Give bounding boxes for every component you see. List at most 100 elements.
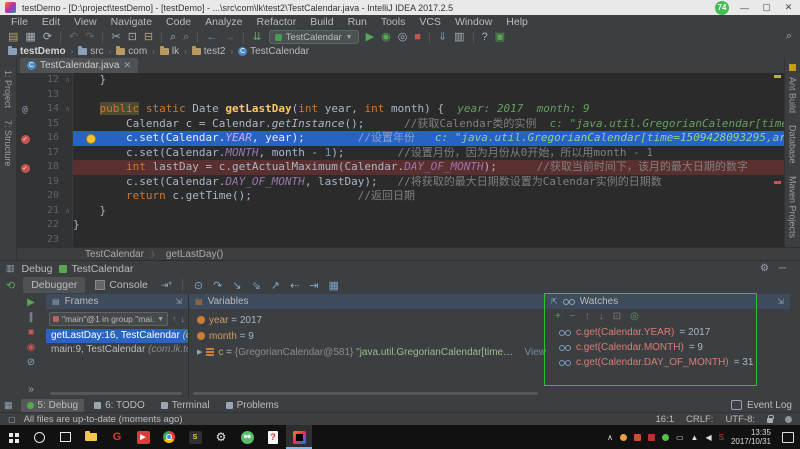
menu-tools[interactable]: Tools (374, 16, 413, 28)
force-step-into-icon[interactable]: ⇘ (248, 279, 265, 292)
breadcrumb-src[interactable]: src (78, 46, 103, 57)
code-text[interactable]: int lastDay = c.getActualMaximum(Calenda… (73, 160, 784, 175)
line-separator[interactable]: CRLF: (686, 414, 713, 425)
stop-icon[interactable]: ■ (414, 30, 421, 44)
hector-icon[interactable] (785, 416, 792, 423)
breadcrumb-testdemo[interactable]: testDemo (8, 46, 66, 57)
find-icon[interactable]: ⌕ (170, 30, 176, 44)
breadcrumb-test2[interactable]: test2 (192, 46, 226, 57)
breadcrumb-com[interactable]: com (116, 46, 147, 57)
move-watch-down-icon[interactable]: ↓ (599, 311, 604, 322)
tray-mail-icon[interactable] (648, 434, 655, 441)
run-icon[interactable]: ▶ (366, 30, 374, 44)
expand-arrow-icon[interactable]: ▶ (197, 348, 202, 356)
synchronize-icon[interactable]: ⟳ (43, 30, 52, 44)
view-breakpoints-icon[interactable]: ◉ (27, 342, 36, 353)
file-encoding[interactable]: UTF-8: (725, 414, 755, 425)
menu-build[interactable]: Build (303, 16, 340, 28)
stop-icon[interactable]: ■ (28, 327, 34, 338)
dock-panel-icon[interactable]: ⇱ (551, 297, 558, 306)
fold-marker-icon[interactable]: ∧ (63, 204, 73, 219)
help-doc-icon[interactable]: ? (260, 425, 286, 449)
chrome-icon[interactable] (156, 425, 182, 449)
tab-console[interactable]: Console (87, 277, 156, 293)
variable-row[interactable]: ▶c = {GregorianCalendar@581} "java.util.… (189, 344, 546, 360)
menu-analyze[interactable]: Analyze (198, 16, 249, 28)
pause-icon[interactable]: ∥ (29, 312, 34, 323)
frames-scrollbar[interactable] (50, 392, 182, 395)
code-text[interactable] (73, 233, 784, 248)
run-to-cursor-icon[interactable]: ⇥ (305, 279, 322, 292)
intention-bulb-icon[interactable] (86, 134, 96, 144)
code-text[interactable]: } (73, 204, 784, 219)
thread-selector[interactable]: "main"@1 in group "mai... ▼ (49, 312, 168, 326)
sidebar-item-database[interactable]: Database (788, 125, 798, 164)
tray-sogou-icon[interactable]: S (719, 433, 724, 442)
cortana-search-icon[interactable] (26, 425, 52, 449)
sidebar-item-maven[interactable]: Maven Projects (788, 176, 798, 238)
drop-frame-icon[interactable]: ⇠ (286, 279, 303, 292)
wechat-icon[interactable] (234, 425, 260, 449)
menu-vcs[interactable]: VCS (412, 16, 448, 28)
frame-row[interactable]: main:9, TestCalendar (com.lk.test2) (46, 343, 188, 357)
step-out-icon[interactable]: ↗ (267, 279, 284, 292)
evaluate-expression-icon[interactable]: ▦ (324, 279, 342, 292)
watch-row[interactable]: c.get(Calendar.DAY_OF_MONTH) = 31 (545, 355, 790, 370)
menu-window[interactable]: Window (448, 16, 499, 28)
update-project-icon[interactable]: ⇓ (438, 30, 447, 44)
code-text[interactable]: public static Date getLastDay(int year, … (73, 102, 784, 117)
breakpoint-icon[interactable]: ✓ (21, 135, 30, 144)
search-everywhere-icon[interactable]: ⌕ (786, 30, 792, 43)
step-over-icon[interactable]: ↷ (209, 279, 226, 292)
watch-row[interactable]: c.get(Calendar.MONTH) = 9 (545, 340, 790, 355)
resume-icon[interactable]: ▶ (27, 297, 35, 308)
project-structure-icon[interactable]: ▥ (454, 30, 464, 44)
intellij-idea-icon[interactable] (286, 425, 312, 449)
save-all-icon[interactable]: ▦ (25, 30, 35, 44)
taskbar-clock[interactable]: 13:35 2017/10/31 (731, 428, 771, 446)
toolwindow-button-todo[interactable]: 6: TODO (88, 399, 151, 412)
breadcrumb-lk[interactable]: lk (160, 46, 179, 57)
menu-help[interactable]: Help (499, 16, 535, 28)
back-icon[interactable]: ← (206, 30, 217, 44)
lock-icon[interactable] (767, 418, 773, 423)
editor-tab[interactable]: C TestCalendar.java ✕ (20, 58, 138, 73)
settings-gear-icon[interactable]: ⚙ (760, 263, 769, 274)
code-editor[interactable]: 12∧ }13@14∧ public static Date getLastDa… (17, 73, 784, 247)
copy-watch-icon[interactable]: ⊡ (613, 311, 621, 322)
close-button[interactable]: ✕ (782, 2, 795, 13)
start-button[interactable] (0, 425, 26, 449)
file-explorer-icon[interactable] (78, 425, 104, 449)
replace-icon[interactable]: ⌕ (183, 30, 189, 44)
variable-row[interactable]: month = 9 (189, 328, 546, 344)
coverage-icon[interactable]: ◎ (398, 30, 408, 44)
code-text[interactable]: Calendar c = Calendar.getInstance(); //获… (73, 117, 784, 132)
menu-file[interactable]: File (4, 16, 35, 28)
event-log-button[interactable]: Event Log (747, 400, 792, 411)
variable-row[interactable]: year = 2017 (189, 312, 546, 328)
code-text[interactable]: c.set(Calendar.YEAR, year); //设置年份 c: "j… (73, 131, 784, 146)
next-frame-icon[interactable]: ↓ (181, 314, 186, 324)
tool-window-switcher-icon[interactable]: ▦ (4, 400, 13, 411)
menu-run[interactable]: Run (341, 16, 374, 28)
s-app-icon[interactable]: S (182, 425, 208, 449)
float-panel-icon[interactable]: ⇲ (777, 297, 784, 306)
code-text[interactable]: } (73, 218, 784, 233)
minimize-button[interactable]: — (738, 3, 751, 13)
toolwindow-button-debug[interactable]: 5: Debug (21, 399, 85, 412)
compile-icon[interactable]: ⇊ (252, 30, 261, 44)
cut-icon[interactable]: ✂ (111, 30, 120, 44)
tray-wechat-icon[interactable] (662, 434, 669, 441)
tray-volume-icon[interactable]: ◀ (705, 433, 711, 442)
show-watches-in-variables-icon[interactable]: ◎ (630, 311, 639, 322)
mute-breakpoints-icon[interactable]: ⊘ (27, 357, 35, 368)
paste-icon[interactable]: ⊟ (144, 30, 153, 44)
prev-frame-icon[interactable]: ↑ (172, 314, 177, 324)
pin-tab-icon[interactable]: ⇥* (158, 280, 175, 291)
menu-navigate[interactable]: Navigate (104, 16, 159, 28)
watch-row[interactable]: c.get(Calendar.YEAR) = 2017 (545, 325, 790, 340)
tray-coin-icon[interactable] (620, 434, 627, 441)
tab-debugger[interactable]: Debugger (23, 277, 85, 293)
menu-edit[interactable]: Edit (35, 16, 67, 28)
remove-watch-icon[interactable]: − (570, 311, 576, 322)
